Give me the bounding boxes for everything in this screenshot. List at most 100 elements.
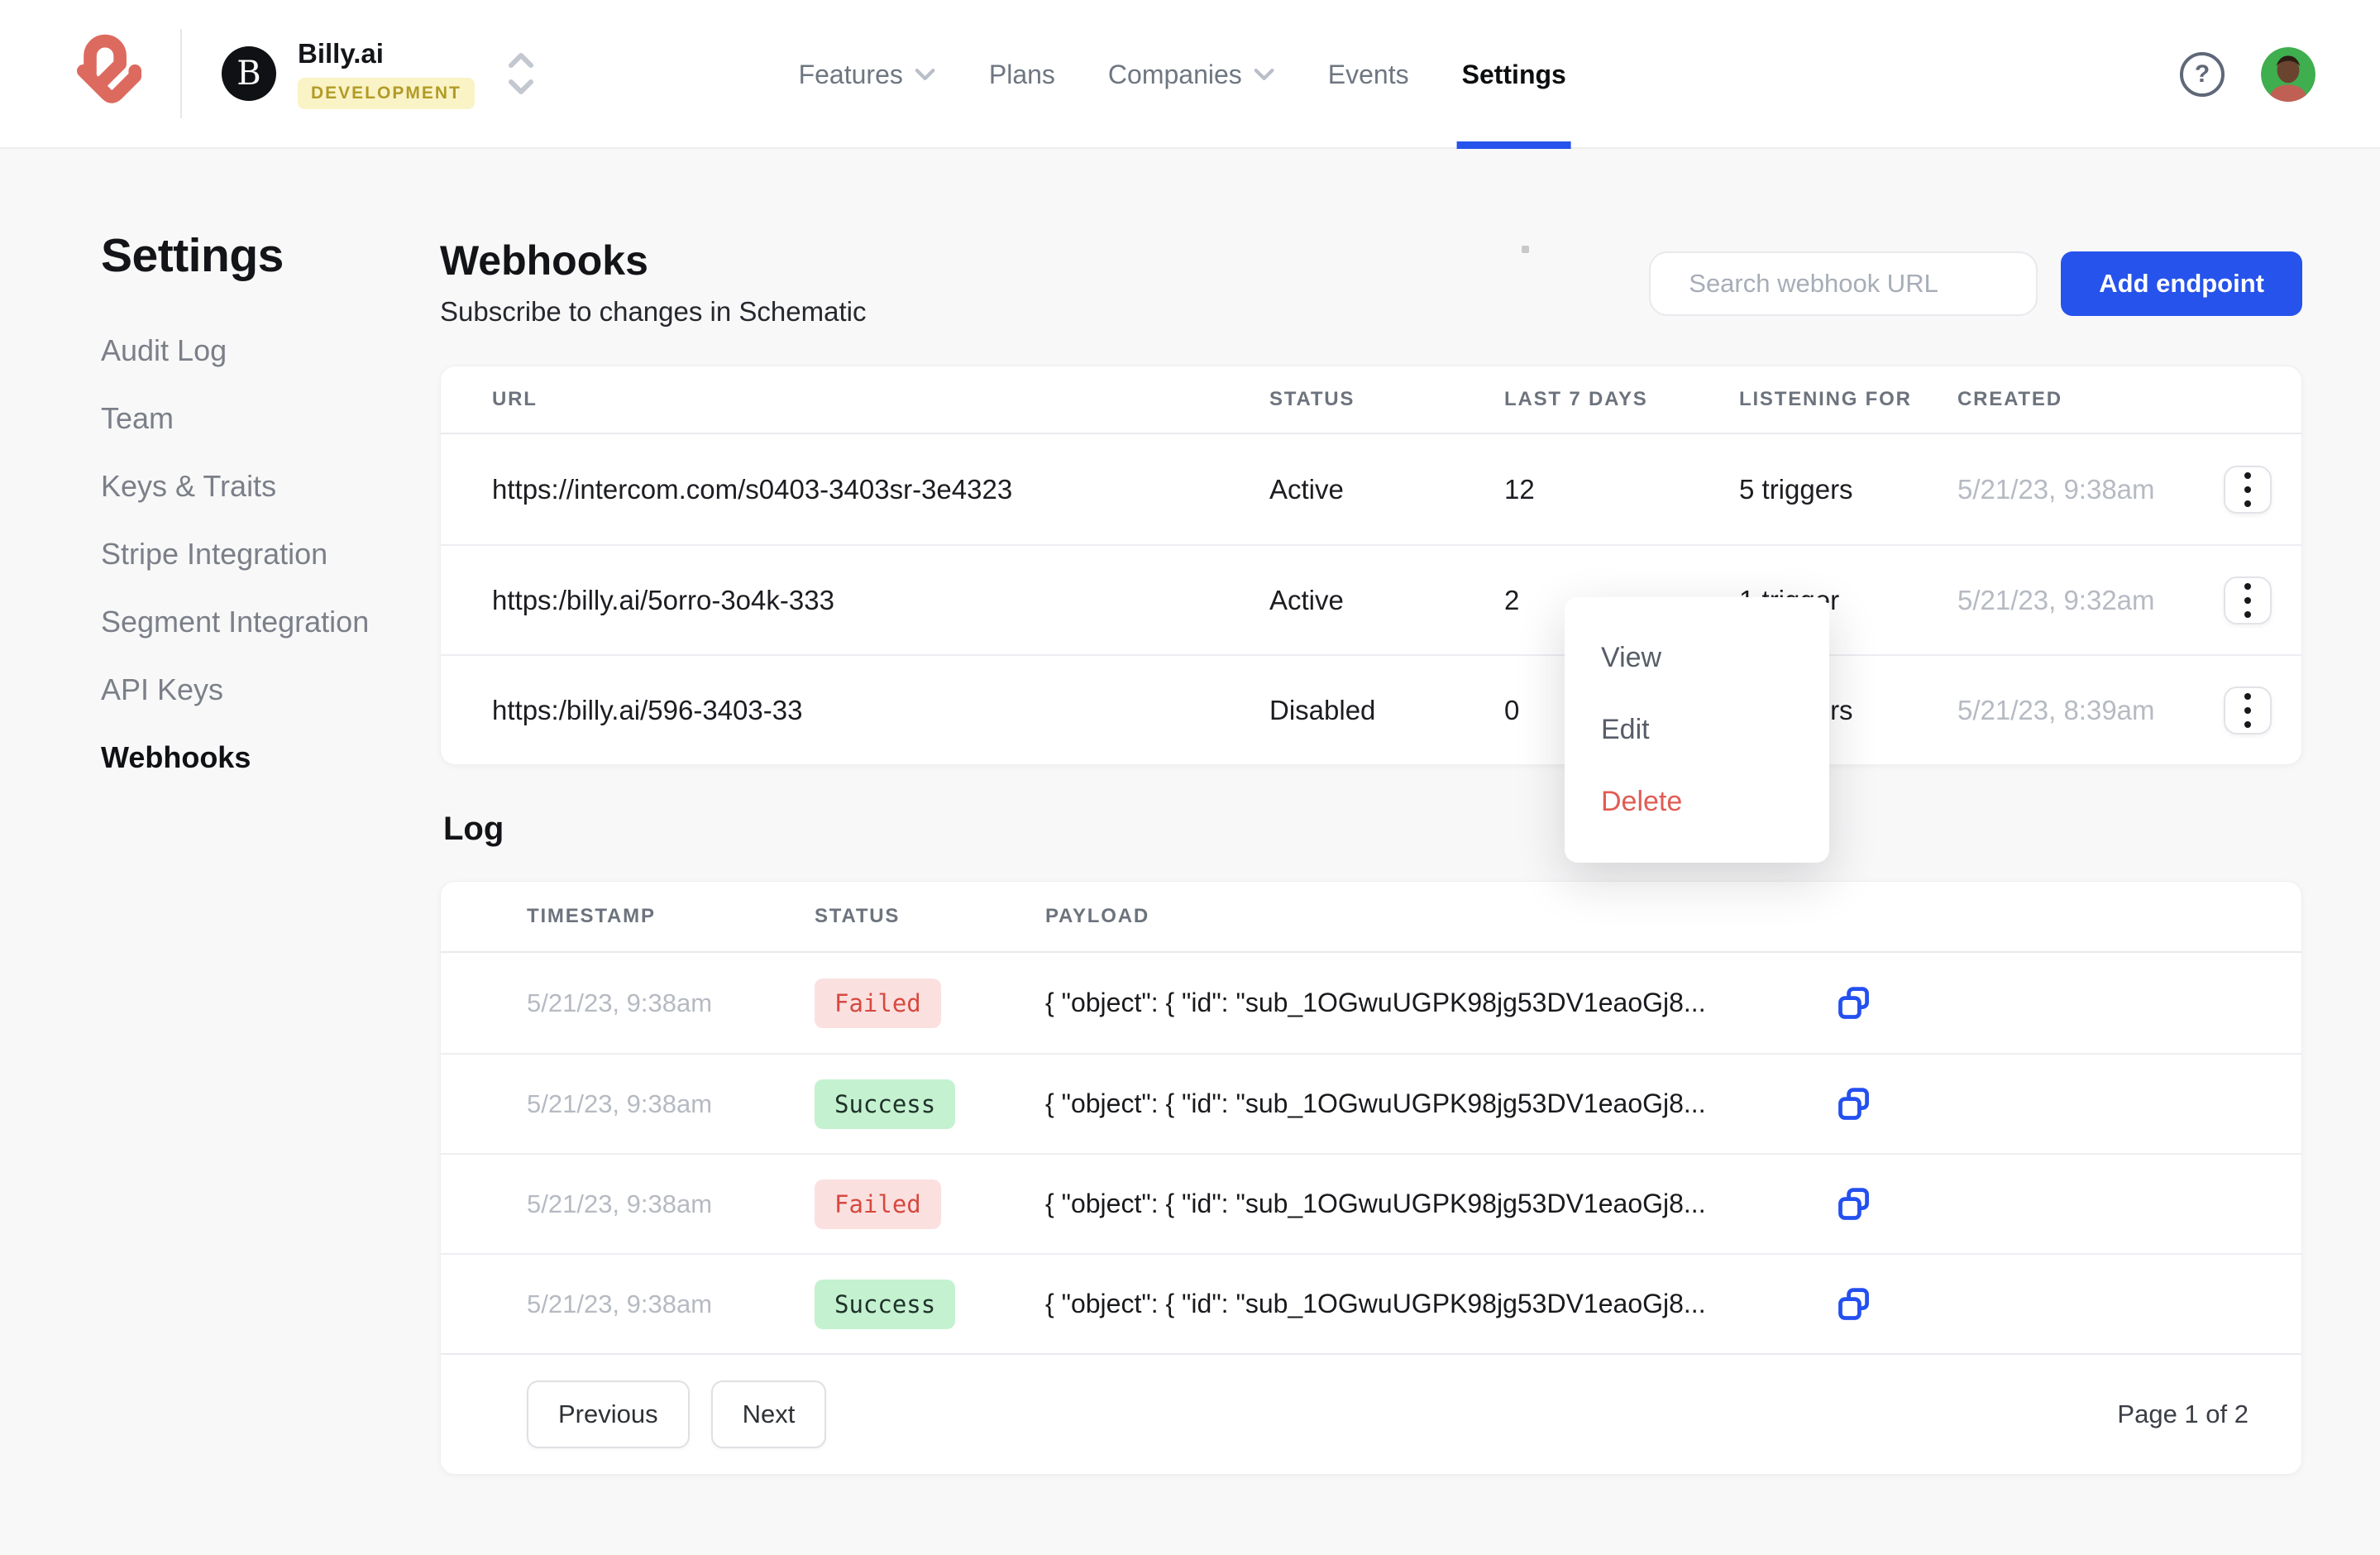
copy-payload-button[interactable] — [1836, 1086, 1910, 1122]
workspace-switcher[interactable]: B Billy.ai DEVELOPMENT — [222, 38, 534, 109]
webhooks-settings-page: B Billy.ai DEVELOPMENT Features Plans — [0, 0, 2380, 1555]
log-timestamp: 5/21/23, 9:38am — [527, 1089, 815, 1119]
workspace-name: Billy.ai — [298, 38, 475, 69]
copy-payload-button[interactable] — [1836, 1186, 1910, 1222]
page-indicator: Page 1 of 2 — [2117, 1400, 2249, 1429]
row-menu-button[interactable] — [2224, 466, 2272, 514]
nav-item-features[interactable]: Features — [799, 0, 936, 149]
log-table-header: TIMESTAMPSTATUSPAYLOAD — [441, 882, 2301, 953]
webhook-search[interactable] — [1649, 251, 2038, 316]
sidebar-item-keys-traits[interactable]: Keys & Traits — [101, 471, 438, 501]
previous-page-button[interactable]: Previous — [527, 1380, 690, 1448]
row-menu-button[interactable] — [2224, 577, 2272, 624]
environment-badge: DEVELOPMENT — [298, 78, 475, 109]
log-row: 5/21/23, 9:38am Failed { "object": { "id… — [441, 1153, 2301, 1253]
column-header: PAYLOAD — [1045, 905, 1836, 928]
user-avatar[interactable] — [2261, 47, 2315, 102]
sidebar-item-webhooks[interactable]: Webhooks — [101, 743, 438, 773]
webhooks-table: URLSTATUSLAST 7 DAYSLISTENING FORCREATED… — [440, 366, 2302, 765]
webhooks-table-header: URLSTATUSLAST 7 DAYSLISTENING FORCREATED — [441, 366, 2301, 434]
context-menu-item-delete[interactable]: Delete — [1565, 766, 1829, 838]
main-content: Webhooks Subscribe to changes in Schemat… — [440, 149, 2302, 1555]
status-badge: Success — [815, 1079, 955, 1129]
sidebar-item-audit-log[interactable]: Audit Log — [101, 336, 438, 366]
webhook-created: 5/21/23, 8:39am — [1957, 695, 2196, 726]
context-menu-item-edit[interactable]: Edit — [1565, 694, 1829, 766]
log-timestamp: 5/21/23, 9:38am — [527, 1189, 815, 1219]
log-payload: { "object": { "id": "sub_1OGwuUGPK98jg53… — [1045, 1189, 1836, 1219]
copy-icon — [1836, 1286, 1872, 1323]
nav-item-label: Events — [1328, 60, 1409, 90]
copy-payload-button[interactable] — [1836, 985, 1910, 1022]
copy-icon — [1836, 1086, 1872, 1122]
webhook-row: https:/billy.ai/596-3403-33 Disabled 0 2… — [441, 654, 2301, 764]
webhook-url: https:/billy.ai/596-3403-33 — [492, 695, 1269, 726]
column-header: LAST 7 DAYS — [1504, 388, 1739, 411]
sidebar-list: Audit Log Team Keys & Traits Stripe Integra… — [101, 336, 438, 773]
log-pagination: Previous Next Page 1 of 2 — [441, 1353, 2301, 1474]
help-icon[interactable]: ? — [2180, 52, 2225, 97]
user-avatar-image — [2261, 47, 2315, 102]
log-row: 5/21/23, 9:38am Success { "object": { "i… — [441, 1253, 2301, 1353]
webhook-status: Active — [1269, 585, 1504, 616]
log-payload: { "object": { "id": "sub_1OGwuUGPK98jg53… — [1045, 1289, 1836, 1319]
column-header: STATUS — [1269, 388, 1504, 411]
log-row: 5/21/23, 9:38am Success { "object": { "i… — [441, 1053, 2301, 1153]
next-page-button[interactable]: Next — [711, 1380, 827, 1448]
workspace-sort-chevrons[interactable] — [508, 53, 534, 94]
webhook-created: 5/21/23, 9:38am — [1957, 474, 2196, 505]
column-header: URL — [492, 388, 1269, 411]
column-header: LISTENING FOR — [1739, 388, 1957, 411]
sidebar-title: Settings — [101, 228, 438, 283]
row-menu-button[interactable] — [2224, 687, 2272, 734]
nav-item-settings[interactable]: Settings — [1462, 0, 1566, 149]
chevron-down-icon — [508, 79, 534, 94]
status-badge: Failed — [815, 1179, 941, 1229]
webhook-row: https:/billy.ai/5orro-3o4k-333 Active 2 … — [441, 544, 2301, 654]
page-subtitle: Subscribe to changes in Schematic — [440, 296, 866, 328]
nav-item-label: Companies — [1108, 60, 1242, 90]
page-title: Webhooks — [440, 237, 648, 285]
webhook-url: https:/billy.ai/5orro-3o4k-333 — [492, 585, 1269, 616]
sidebar-item-team[interactable]: Team — [101, 404, 438, 433]
chevron-up-icon — [508, 53, 534, 68]
nav-item-events[interactable]: Events — [1328, 0, 1409, 149]
search-input[interactable] — [1689, 269, 2019, 299]
webhook-status: Active — [1269, 474, 1504, 505]
add-endpoint-button[interactable]: Add endpoint — [2061, 251, 2302, 316]
copy-icon — [1836, 985, 1872, 1022]
schematic-logo-icon — [71, 34, 147, 113]
schematic-logo[interactable] — [71, 34, 147, 113]
log-row: 5/21/23, 9:38am Failed { "object": { "id… — [441, 953, 2301, 1053]
column-header: CREATED — [1957, 388, 2196, 411]
log-payload: { "object": { "id": "sub_1OGwuUGPK98jg53… — [1045, 988, 1836, 1018]
nav-item-companies[interactable]: Companies — [1108, 0, 1275, 149]
status-badge: Failed — [815, 978, 941, 1028]
context-menu-item-view[interactable]: View — [1565, 622, 1829, 694]
webhook-last-7-days: 12 — [1504, 474, 1739, 505]
log-table: TIMESTAMPSTATUSPAYLOAD 5/21/23, 9:38am F… — [440, 881, 2302, 1475]
nav-item-plans[interactable]: Plans — [989, 0, 1055, 149]
workspace-avatar: B — [222, 46, 276, 101]
row-context-menu: ViewEditDelete — [1565, 597, 1829, 863]
webhook-listening-for: 5 triggers — [1739, 474, 1957, 505]
column-header: TIMESTAMP — [527, 905, 815, 928]
webhook-created: 5/21/23, 9:32am — [1957, 585, 2196, 616]
webhook-row: https://intercom.com/s0403-3403sr-3e4323… — [441, 434, 2301, 544]
webhook-status: Disabled — [1269, 695, 1504, 726]
log-timestamp: 5/21/23, 9:38am — [527, 1289, 815, 1319]
copy-payload-button[interactable] — [1836, 1286, 1910, 1323]
top-header: B Billy.ai DEVELOPMENT Features Plans — [0, 0, 2380, 149]
log-payload: { "object": { "id": "sub_1OGwuUGPK98jg53… — [1045, 1088, 1836, 1119]
sidebar-item-api-keys[interactable]: API Keys — [101, 675, 438, 705]
log-title: Log — [443, 811, 504, 848]
status-badge: Success — [815, 1280, 955, 1329]
chevron-down-icon — [1254, 68, 1275, 81]
sidebar-item-segment-integration[interactable]: Segment Integration — [101, 607, 438, 637]
sidebar-item-stripe-integration[interactable]: Stripe Integration — [101, 539, 438, 569]
stray-dot — [1522, 246, 1529, 253]
workspace-avatar-letter: B — [237, 55, 260, 93]
nav-item-label: Plans — [989, 60, 1055, 90]
webhook-url: https://intercom.com/s0403-3403sr-3e4323 — [492, 474, 1269, 505]
nav-item-label: Settings — [1462, 60, 1566, 90]
